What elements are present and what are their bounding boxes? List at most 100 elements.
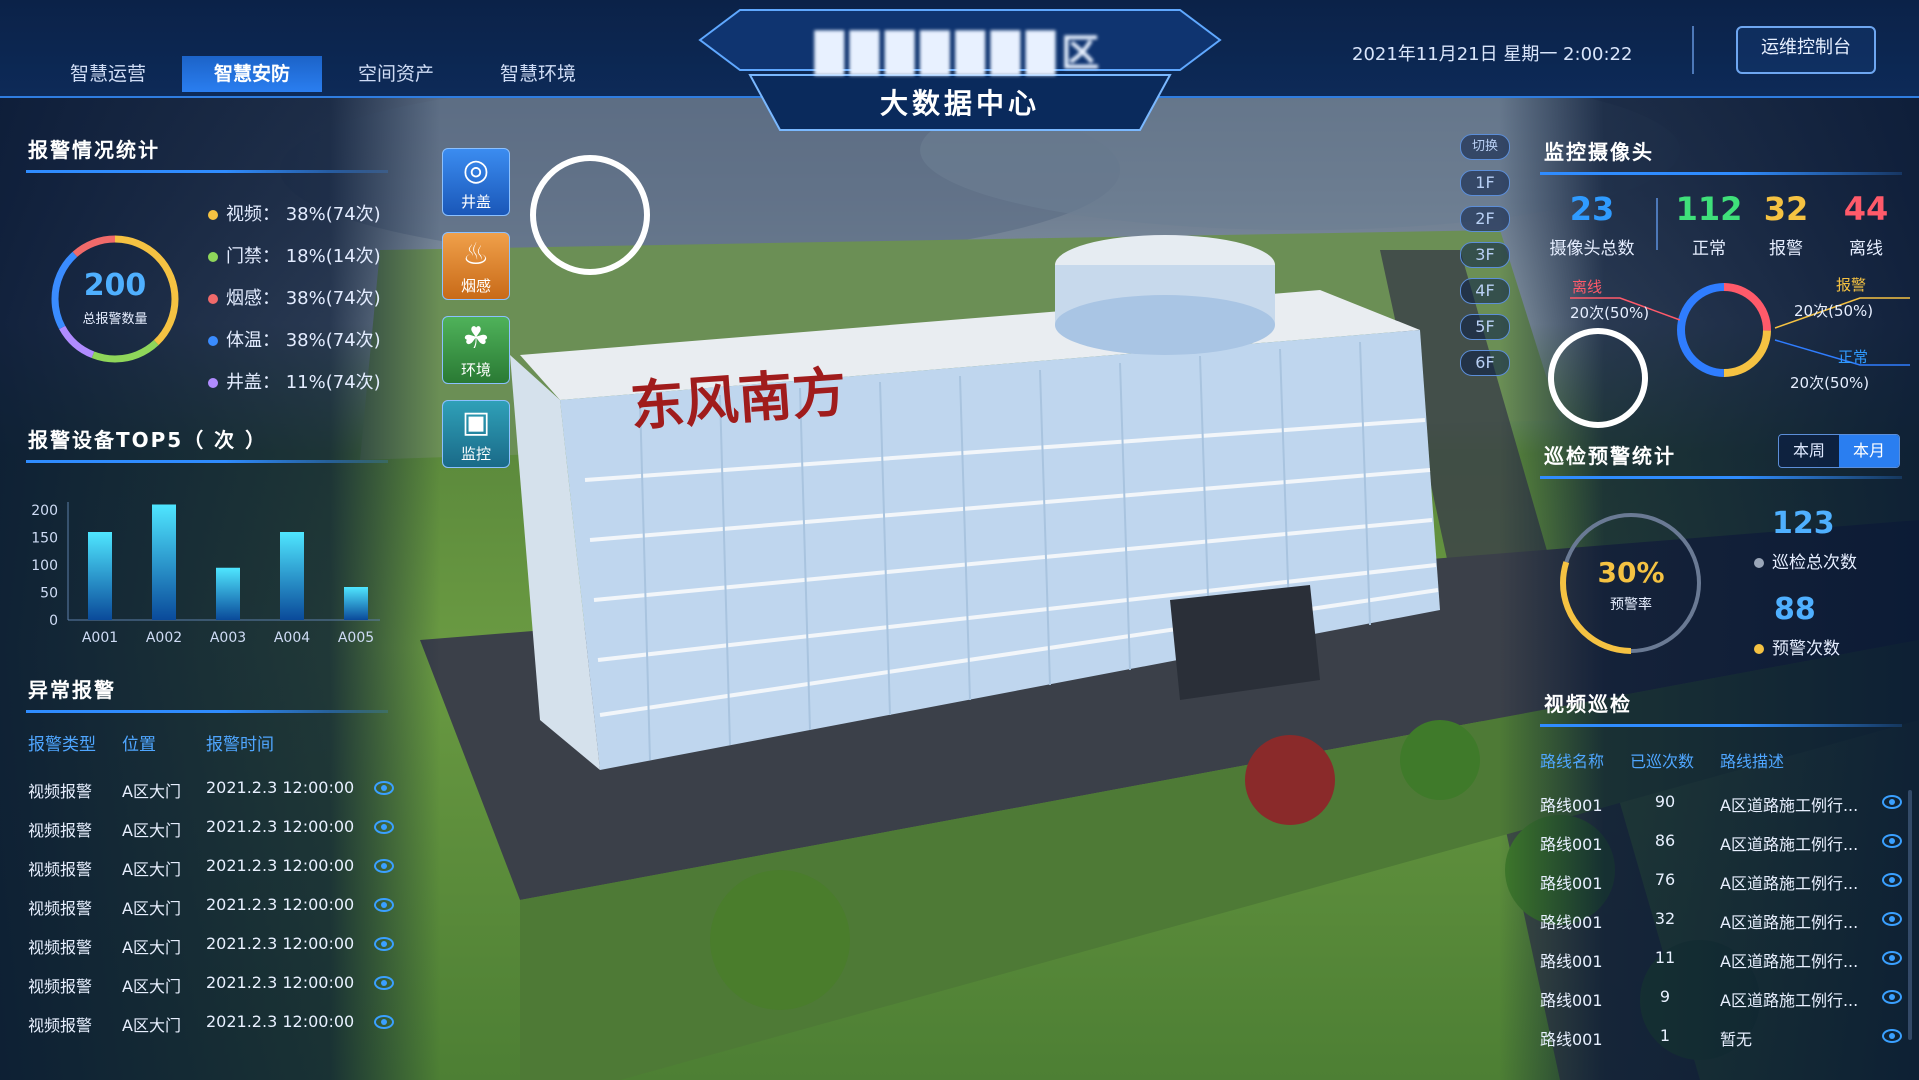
tab-smart-security[interactable]: 智慧安防 — [182, 56, 322, 92]
eye-icon[interactable] — [1882, 1029, 1902, 1043]
tab-smart-environment[interactable]: 智慧环境 — [468, 56, 608, 92]
page-subtitle: 大数据中心 — [879, 87, 1040, 120]
layer-button-leaf[interactable]: ☘ 环境 — [442, 316, 510, 384]
eye-icon[interactable] — [374, 976, 394, 990]
section-underline — [26, 710, 388, 713]
eye-icon[interactable] — [374, 859, 394, 873]
layer-button-manhole[interactable]: ◎ 井盖 — [442, 148, 510, 216]
route-count-cell: 32 — [1654, 909, 1676, 928]
camera-stat-value: 112 — [1675, 190, 1743, 228]
route-count-cell: 11 — [1654, 948, 1676, 967]
eye-icon[interactable] — [1882, 990, 1902, 1004]
eye-icon[interactable] — [1882, 834, 1902, 848]
alarm-type-cell: 视频报警 — [28, 1016, 93, 1035]
location-ring-marker[interactable] — [530, 155, 650, 275]
table-row[interactable]: 视频报警 A区大门 2021.2.3 12:00:00 — [28, 809, 394, 843]
alarm-legend-item: 井盖： 11%(74次) — [208, 368, 381, 394]
route-desc-cell: A区道路施工例行... — [1720, 952, 1859, 971]
alarm-location-cell: A区大门 — [122, 899, 181, 918]
camera-stat-label: 离线 — [1849, 239, 1883, 259]
table-row[interactable]: 路线001 9 A区道路施工例行... — [1540, 979, 1902, 1015]
eye-icon[interactable] — [374, 1015, 394, 1029]
layer-button-camera[interactable]: ▣ 监控 — [442, 400, 510, 468]
eye-icon[interactable] — [1882, 873, 1902, 887]
route-count-cell: 90 — [1654, 792, 1676, 811]
current-datetime: 2021年11月21日 星期一 2:00:22 — [1352, 44, 1633, 65]
tab-space-assets[interactable]: 空间资产 — [326, 56, 466, 92]
table-row[interactable]: 视频报警 A区大门 2021.2.3 12:00:00 — [28, 965, 394, 999]
route-count-cell: 9 — [1659, 987, 1671, 1006]
table-row[interactable]: 视频报警 A区大门 2021.2.3 12:00:00 — [28, 926, 394, 960]
tab-smart-operation[interactable]: 智慧运营 — [38, 56, 178, 92]
gray-dot-icon — [1754, 558, 1764, 568]
alarm-legend-item: 视频： 38%(74次) — [208, 200, 381, 226]
week-toggle-button[interactable]: 本周 — [1779, 435, 1839, 467]
floor-button-4f[interactable]: 4F — [1460, 278, 1510, 304]
alarm-location-cell: A区大门 — [122, 977, 181, 996]
table-row[interactable]: 路线001 32 A区道路施工例行... — [1540, 901, 1902, 937]
floor-switch-button[interactable]: 切换 — [1460, 134, 1510, 160]
floor-button-3f[interactable]: 3F — [1460, 242, 1510, 268]
alarm-time-cell: 2021.2.3 12:00:00 — [206, 1012, 355, 1031]
eye-icon[interactable] — [1882, 912, 1902, 926]
col-header-route: 路线名称 — [1540, 752, 1605, 771]
table-scrollbar[interactable] — [1908, 790, 1912, 1040]
legend-item-label: 体温： 38%(74次) — [226, 330, 381, 351]
y-tick-label: 50 — [40, 586, 58, 602]
y-tick-label: 200 — [31, 503, 58, 519]
table-row[interactable]: 视频报警 A区大门 2021.2.3 12:00:00 — [28, 848, 394, 882]
floor-button-5f[interactable]: 5F — [1460, 314, 1510, 340]
camera-stat-label: 正常 — [1692, 239, 1726, 259]
ops-console-button[interactable]: 运维控制台 — [1736, 26, 1876, 74]
floor-button-2f[interactable]: 2F — [1460, 206, 1510, 232]
alarm-value: 20次(50%) — [1794, 302, 1874, 320]
alarm-label: 报警 — [1836, 276, 1867, 294]
warning-count-text: 预警次数 — [1772, 639, 1840, 659]
bar-a003[interactable] — [216, 567, 240, 620]
bar-a005[interactable] — [344, 587, 368, 620]
bar-a001[interactable] — [88, 532, 112, 620]
layer-button-label: 烟感 — [460, 277, 491, 295]
eye-icon[interactable] — [1882, 951, 1902, 965]
warning-rate-value: 30% — [1597, 556, 1665, 589]
table-row[interactable]: 路线001 86 A区道路施工例行... — [1540, 823, 1902, 859]
alarm-location-cell: A区大门 — [122, 860, 181, 879]
eye-icon[interactable] — [1882, 795, 1902, 809]
table-row[interactable]: 路线001 11 A区道路施工例行... — [1540, 940, 1902, 976]
alarm-time-cell: 2021.2.3 12:00:00 — [206, 856, 355, 875]
route-name-cell: 路线001 — [1540, 913, 1603, 932]
table-row[interactable]: 视频报警 A区大门 2021.2.3 12:00:00 — [28, 1004, 394, 1038]
table-row[interactable]: 路线001 90 A区道路施工例行... — [1540, 784, 1902, 820]
eye-icon[interactable] — [374, 937, 394, 951]
x-tick-label: A001 — [82, 630, 118, 646]
alarm-location-cell: A区大门 — [122, 821, 181, 840]
manhole-icon: ◎ — [462, 153, 490, 188]
page-title: ███████区 — [814, 31, 1106, 75]
legend-dot-icon — [208, 294, 218, 304]
top5-bar-chart: 200 150 100 50 0 A001 A002 A003 A004 A005 — [31, 502, 380, 646]
layer-button-smoke[interactable]: ♨ 烟感 — [442, 232, 510, 300]
month-toggle-button[interactable]: 本月 — [1839, 435, 1899, 467]
x-tick-label: A005 — [338, 630, 374, 646]
eye-icon[interactable] — [374, 898, 394, 912]
layer-button-label: 环境 — [460, 361, 491, 379]
bar-a002[interactable] — [152, 504, 176, 621]
legend-item-label: 视频： 38%(74次) — [226, 204, 381, 225]
alarm-stats-title: 报警情况统计 — [28, 138, 160, 162]
floor-button-6f[interactable]: 6F — [1460, 350, 1510, 376]
alarm-type-cell: 视频报警 — [28, 821, 93, 840]
table-row[interactable]: 视频报警 A区大门 2021.2.3 12:00:00 — [28, 770, 394, 804]
route-count-cell: 86 — [1654, 831, 1676, 850]
route-desc-cell: A区道路施工例行... — [1720, 835, 1859, 854]
eye-icon[interactable] — [374, 820, 394, 834]
eye-icon[interactable] — [374, 781, 394, 795]
route-desc-cell: A区道路施工例行... — [1720, 874, 1859, 893]
table-row[interactable]: 视频报警 A区大门 2021.2.3 12:00:00 — [28, 887, 394, 921]
table-row[interactable]: 路线001 1 暂无 — [1540, 1018, 1902, 1054]
patrol-total-text: 巡检总次数 — [1772, 553, 1857, 573]
bar-a004[interactable] — [280, 532, 304, 620]
col-header-time: 报警时间 — [206, 735, 274, 755]
route-desc-cell: A区道路施工例行... — [1720, 913, 1859, 932]
floor-button-1f[interactable]: 1F — [1460, 170, 1510, 196]
table-row[interactable]: 路线001 76 A区道路施工例行... — [1540, 862, 1902, 898]
